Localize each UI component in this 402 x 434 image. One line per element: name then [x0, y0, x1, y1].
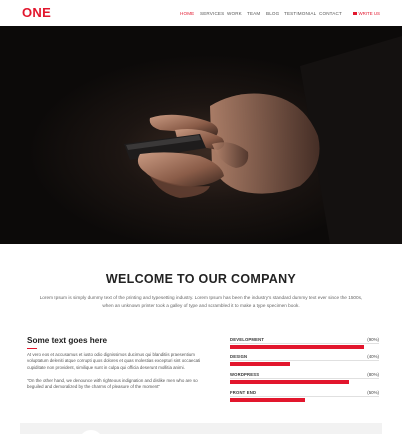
write-us-label: WRITE US — [358, 11, 380, 16]
about-title: Some text goes here — [27, 336, 108, 345]
skill-track — [230, 343, 379, 344]
skill-progress-bar — [230, 362, 290, 366]
welcome-title: WELCOME TO OUR COMPANY — [105, 272, 297, 286]
skill-progress-bar — [230, 380, 350, 384]
about-section: Some text goes here At vero eos et accus… — [27, 336, 205, 390]
about-paragraph-2: "On the other hand, we denounce with rig… — [27, 377, 198, 390]
skill-design: DESIGN (40%) — [230, 354, 379, 368]
nav-item-team[interactable]: TEAM — [247, 11, 260, 17]
welcome-text: Lorem Ipsum is simply dummy text of the … — [39, 295, 363, 308]
skill-progress-bar — [230, 345, 365, 349]
skill-track — [230, 396, 379, 397]
nav-item-testimonial[interactable]: TESTIMONIAL — [284, 11, 316, 17]
nav-item-work[interactable]: WORK — [227, 11, 242, 17]
nav-item-home[interactable]: HOME — [180, 11, 194, 17]
nav-item-contact[interactable]: CONTACT — [319, 11, 342, 17]
skill-wordpress: WORDPRESS (80%) — [230, 372, 379, 386]
title-underline — [27, 348, 37, 349]
hands-smartphone-illustration — [0, 26, 402, 244]
skill-progress-bar — [230, 398, 305, 402]
next-section-band — [20, 423, 382, 434]
nav-item-blog[interactable]: BLOG — [266, 11, 279, 17]
nav-item-services[interactable]: SERVICES — [200, 11, 224, 17]
site-logo[interactable]: ONE — [22, 6, 51, 19]
top-navbar: ONE HOME SERVICES WORK TEAM BLOG TESTIMO… — [0, 0, 402, 26]
skill-track — [230, 378, 379, 379]
write-us-link[interactable]: WRITE US — [353, 11, 380, 17]
about-paragraph-1: At vero eos et accusamus et iusto odio d… — [27, 352, 201, 370]
hero-image — [0, 26, 402, 244]
skill-development: DEVELOPMENT (90%) — [230, 337, 379, 351]
skill-front-end: FRONT END (50%) — [230, 390, 379, 404]
envelope-icon — [353, 12, 357, 15]
skill-track — [230, 360, 379, 361]
